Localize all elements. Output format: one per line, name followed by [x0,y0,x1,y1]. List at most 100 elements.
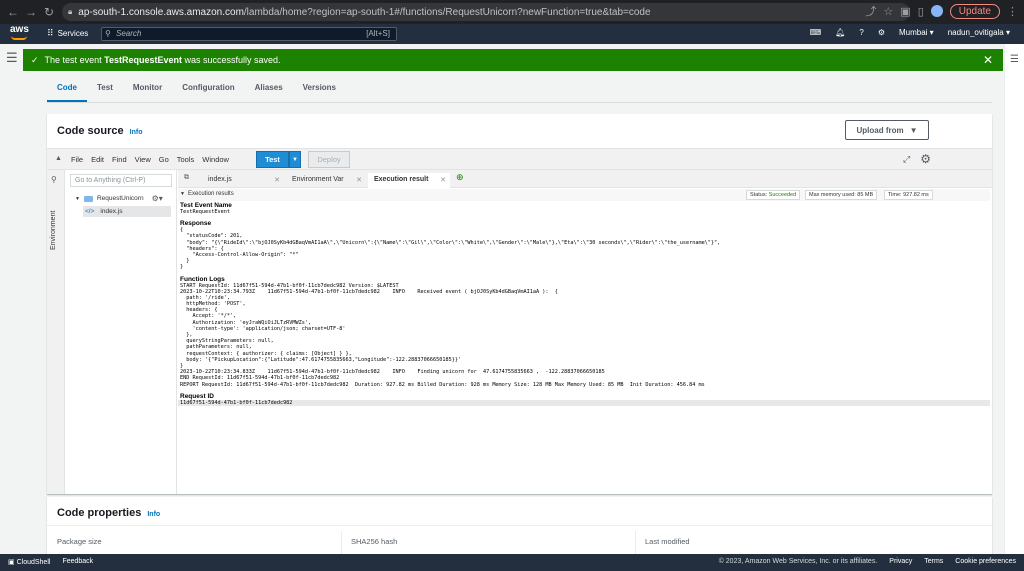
tab-aliases[interactable]: Aliases [245,76,293,102]
tab-code[interactable]: Code [47,76,87,102]
browser-toolbar: ← → ↻ 🔒︎ ap-south-1.console.aws.amazon.c… [0,0,1024,24]
copyright-text: © 2023, Amazon Web Services, Inc. or its… [718,558,878,565]
tab-test[interactable]: Test [87,76,123,102]
environment-label: Environment [50,210,57,250]
url-path: /lambda/home?region=ap-south-1#/function… [243,6,651,18]
menu-window[interactable]: Window [202,155,229,164]
address-bar[interactable]: 🔒︎ ap-south-1.console.aws.amazon.com/lam… [62,3,910,21]
code-properties-panel: Code properties Info Package size SHA256 … [47,497,992,557]
settings-gear-icon[interactable]: ⚙ [878,28,885,37]
tab-list-icon[interactable]: ⧉ [184,174,189,182]
back-icon[interactable]: ← [4,5,22,19]
notifications-icon[interactable]: 🔔︎ [835,28,845,37]
cloudshell-icon[interactable]: ⌨ [810,28,822,37]
account-label: nadun_ovitigala [947,28,1004,37]
editor-tab-label: Environment Var [292,176,344,183]
sidebar-icon[interactable]: ▯ [918,5,924,18]
environment-side-tab[interactable]: ⚲ Environment [47,170,65,494]
test-button[interactable]: Test [256,151,289,168]
deploy-button[interactable]: Deploy [308,151,350,168]
share-icon[interactable]: ⤴ [865,3,876,19]
browser-menu-icon[interactable]: ⋮ [1007,5,1018,18]
url-host: ap-south-1.console.aws.amazon.com [78,6,244,18]
close-tab-icon[interactable]: ✕ [440,176,446,184]
last-modified-label: Last modified [645,537,690,546]
function-logs-header: Function Logs [180,275,225,283]
search-placeholder: Search [116,29,142,38]
goto-anything-input[interactable]: Go to Anything (Ctrl-P) [70,174,172,187]
new-tab-plus-icon[interactable]: ⊕ [456,172,464,183]
upload-label: Upload from [856,125,904,135]
execution-results-bar: ▼ Execution results Status: Succeeded Ma… [178,189,990,201]
fullscreen-icon[interactable]: ⤢ [903,154,910,166]
aws-top-nav: aws ⠿ Services ⚲ Search [Alt+S] ⌨ 🔔︎ ? ⚙… [0,24,1024,44]
editor-tab-label: Execution result [374,176,429,183]
menu-edit[interactable]: Edit [91,155,104,164]
test-dropdown-button[interactable]: ▼ [289,151,301,168]
status-value: Succeeded [768,192,797,198]
preferences-gear-icon[interactable]: ⚙ [920,152,931,166]
browser-update-button[interactable]: Update [949,3,1000,19]
tab-versions[interactable]: Versions [293,76,346,102]
tree-folder-item[interactable]: ▼ RequestUnicorn ⚙▾ [75,194,163,203]
request-id-header: Request ID [180,392,214,400]
feedback-link[interactable]: Feedback [62,558,93,566]
panel-title-text: Code source [57,125,124,137]
menu-view[interactable]: View [135,155,151,164]
editor-tab-index-js[interactable]: index.js ✕ [202,173,284,188]
folder-settings-gear-icon[interactable]: ⚙▾ [152,194,163,203]
forward-icon[interactable]: → [22,5,40,19]
menu-find[interactable]: Find [112,155,127,164]
time-badge: Time: 927.82 ms [884,190,933,200]
tab-configuration[interactable]: Configuration [172,76,244,102]
terms-link[interactable]: Terms [924,558,943,565]
privacy-link[interactable]: Privacy [889,558,912,565]
services-menu[interactable]: ⠿ Services [47,28,88,39]
right-utility-rail: ☰ [1004,44,1024,554]
info-link[interactable]: Info [130,129,143,136]
file-tree: Go to Anything (Ctrl-P) ▼ RequestUnicorn… [65,170,177,494]
search-shortcut: [Alt+S] [366,29,390,38]
status-badge: Status: Succeeded [746,190,801,200]
close-icon[interactable]: ✕ [983,53,993,67]
aws-logo-smile-icon [11,36,27,40]
lock-icon: 🔒︎ [68,7,73,16]
tree-file-item[interactable]: </> index.js [83,206,171,217]
flash-prefix: The test event [44,55,102,65]
folder-name: RequestUnicorn [96,195,144,202]
bookmark-star-icon[interactable]: ☆ [883,5,893,18]
cookie-preferences-link[interactable]: Cookie preferences [955,558,1016,565]
close-tab-icon[interactable]: ✕ [356,176,362,184]
caret-down-icon: ▼ [909,125,918,135]
search-icon: ⚲ [105,29,111,38]
success-flash-banner: ✓ The test event TestRequestEvent was su… [23,49,1003,71]
function-tabs: Code Test Monitor Configuration Aliases … [47,76,346,102]
cloudshell-label: CloudShell [16,559,51,566]
account-menu[interactable]: nadun_ovitigala ▾ [948,28,1010,37]
grid-icon: ⠿ [47,28,54,38]
menu-go[interactable]: Go [159,155,169,164]
caret-down-icon[interactable]: ▼ [180,191,185,197]
hamburger-menu-icon[interactable]: ☰ [6,50,18,66]
menu-file[interactable]: File [71,155,83,164]
profile-avatar[interactable] [930,5,943,17]
panel-toggle-icon[interactable]: ☰ [1010,54,1019,65]
region-selector[interactable]: Mumbai ▾ [899,28,934,37]
info-link[interactable]: Info [147,511,160,518]
help-icon[interactable]: ? [859,28,863,37]
flash-suffix: was successfully saved. [184,55,281,65]
reload-icon[interactable]: ↻ [40,5,58,19]
editor-tab-environment-var[interactable]: Environment Var ✕ [286,173,366,188]
tab-monitor[interactable]: Monitor [123,76,172,102]
tab-search-icon[interactable]: ▣ [900,5,910,18]
close-tab-icon[interactable]: ✕ [274,176,280,184]
aws-search-input[interactable]: ⚲ Search [Alt+S] [101,27,397,41]
aws-logo[interactable]: aws [10,25,29,35]
package-size-label: Package size [57,537,102,546]
cloudshell-link[interactable]: ▣ CloudShell [8,558,50,566]
upload-from-button[interactable]: Upload from ▼ [845,120,929,140]
editor-tab-execution-result[interactable]: Execution result ✕ [368,173,450,188]
menu-tools[interactable]: Tools [177,155,195,164]
editor-tabs: ⧉ index.js ✕ Environment Var ✕ Execution… [178,170,992,188]
max-memory-badge: Max memory used: 85 MB [805,190,878,200]
